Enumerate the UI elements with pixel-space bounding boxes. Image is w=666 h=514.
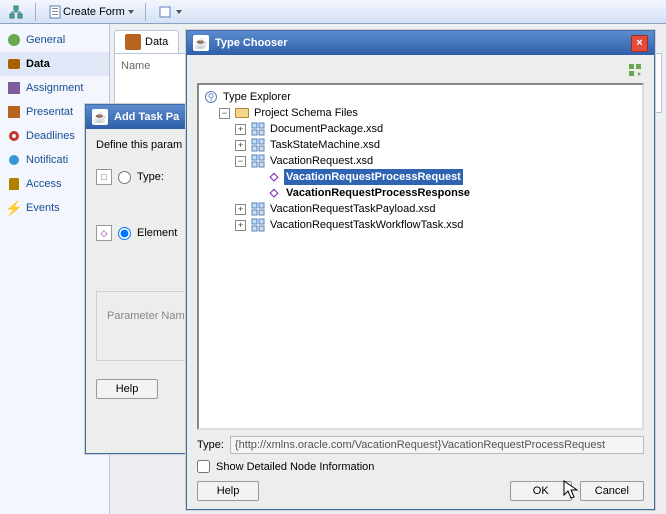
xsd-file-node[interactable]: TaskStateMachine.xsd [268, 137, 382, 153]
show-detail-checkbox[interactable] [197, 460, 210, 473]
search-icon: ⚲ [203, 89, 219, 105]
create-form-label: Create Form [63, 6, 125, 18]
add-help-button[interactable]: Help [96, 379, 158, 399]
dropdown-icon [176, 10, 182, 14]
overflow-icon [157, 4, 173, 20]
xsd-file-node[interactable]: VacationRequestTaskWorkflowTask.xsd [268, 217, 465, 233]
dropdown-icon [128, 10, 134, 14]
expander[interactable]: + [235, 204, 246, 215]
sidebar-item-data[interactable]: Data [0, 52, 109, 76]
general-icon [8, 34, 20, 46]
sidebar-item-assignment[interactable]: Assignment [0, 76, 109, 100]
type-chooser-dialog: ☕ Type Chooser × ⚲ Type Explorer [186, 30, 655, 510]
element-radio-label: Element [137, 227, 177, 239]
expander-blank [251, 188, 262, 199]
project-folder-node[interactable]: Project Schema Files [252, 105, 360, 121]
xsd-icon [250, 153, 266, 169]
form-icon [47, 4, 63, 20]
structure-icon [8, 4, 24, 20]
expander[interactable]: − [219, 108, 230, 119]
expander[interactable]: + [235, 220, 246, 231]
element-diamond-icon: ◇ [96, 225, 112, 241]
overflow-button[interactable] [153, 2, 186, 22]
java-icon: ☕ [92, 109, 108, 125]
tab-data[interactable]: Data [114, 30, 179, 53]
deadlines-icon [9, 131, 19, 141]
type-field[interactable] [230, 436, 644, 454]
access-icon [9, 178, 19, 190]
xsd-icon [250, 217, 266, 233]
sidebar-item-general[interactable]: General [0, 28, 109, 52]
java-icon: ☕ [193, 35, 209, 51]
type-chooser-toolbar [197, 63, 644, 79]
element-icon: ◇ [266, 169, 282, 185]
help-button[interactable]: Help [197, 481, 259, 501]
events-icon: ⚡ [5, 200, 22, 217]
data-icon [8, 59, 20, 69]
ok-button[interactable]: OK [510, 481, 572, 501]
expander[interactable]: + [235, 140, 246, 151]
toolbar-separator [35, 3, 36, 21]
main-toolbar: Create Form [0, 0, 666, 24]
xsd-file-node[interactable]: DocumentPackage.xsd [268, 121, 385, 137]
tree-root[interactable]: Type Explorer [221, 89, 293, 105]
type-radio[interactable] [118, 171, 131, 184]
xsd-icon [250, 121, 266, 137]
type-square-icon: □ [96, 169, 112, 185]
notification-icon [9, 155, 19, 165]
expander[interactable]: + [235, 124, 246, 135]
folder-icon [234, 105, 250, 121]
type-field-label: Type: [197, 439, 224, 451]
structure-button[interactable] [4, 2, 28, 22]
xsd-icon [250, 137, 266, 153]
toolbar-separator [145, 3, 146, 21]
xsd-file-node[interactable]: VacationRequest.xsd [268, 153, 375, 169]
cancel-button[interactable]: Cancel [580, 481, 644, 501]
element-node[interactable]: VacationRequestProcessResponse [284, 185, 472, 201]
element-node[interactable]: VacationRequestProcessRequest [284, 169, 463, 185]
element-icon: ◇ [266, 185, 282, 201]
name-column-header: Name [121, 60, 150, 72]
tab-icon [125, 34, 141, 50]
type-tree[interactable]: ⚲ Type Explorer − Project Schema Files + [197, 83, 644, 430]
presentation-icon [8, 106, 20, 118]
element-radio[interactable] [118, 227, 131, 240]
type-chooser-titlebar[interactable]: ☕ Type Chooser × [187, 31, 654, 55]
type-chooser-title: Type Chooser [215, 37, 288, 49]
xsd-icon [250, 201, 266, 217]
type-radio-label: Type: [137, 171, 164, 183]
add-dialog-title: Add Task Pa [114, 111, 179, 123]
xsd-file-node[interactable]: VacationRequestTaskPayload.xsd [268, 201, 438, 217]
close-button[interactable]: × [631, 35, 648, 52]
create-form-button[interactable]: Create Form [43, 2, 138, 22]
show-detail-label: Show Detailed Node Information [216, 461, 374, 473]
refresh-icon[interactable] [628, 63, 644, 79]
assignment-icon [8, 82, 20, 94]
expander-blank [251, 172, 262, 183]
expander[interactable]: − [235, 156, 246, 167]
